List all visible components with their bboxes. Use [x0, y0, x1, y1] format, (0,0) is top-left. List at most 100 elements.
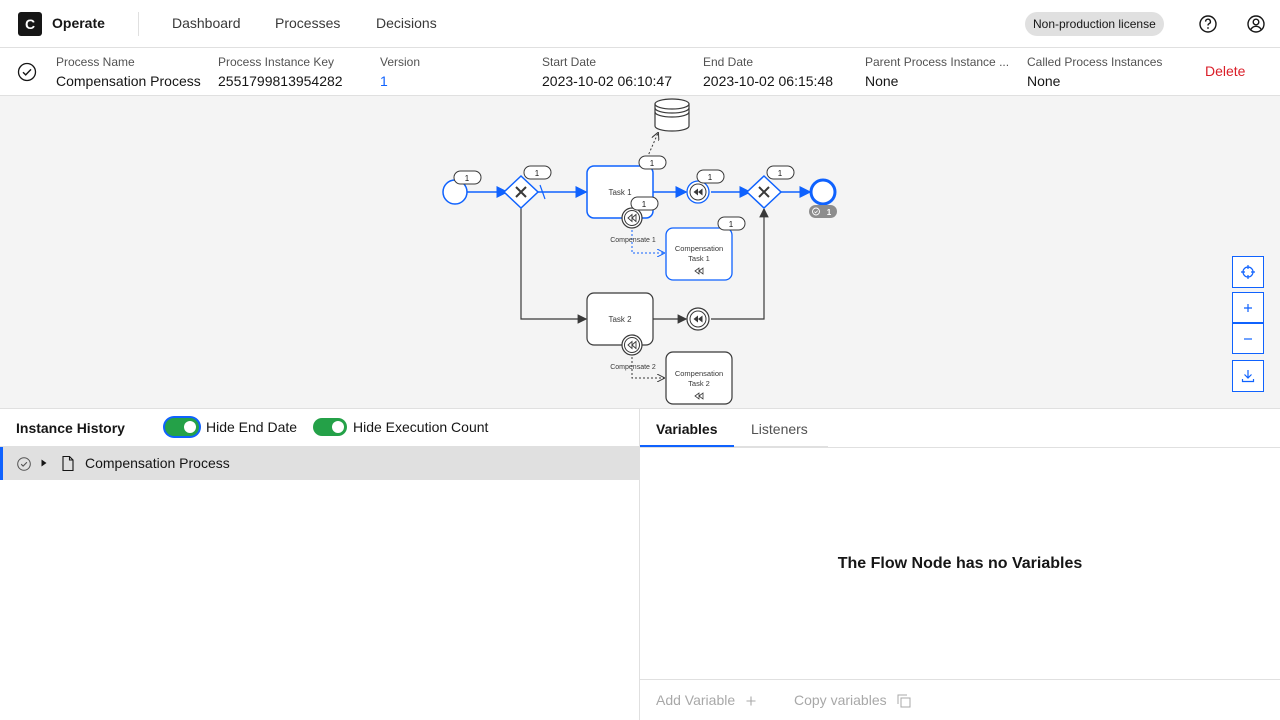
- execution-count-badge: 1: [696, 169, 725, 184]
- instance-history-panel: Instance History Hide End Date Hide Exec…: [0, 409, 640, 720]
- caret-right-icon[interactable]: [38, 457, 50, 469]
- called-instances-field: Called Process Instances None: [1027, 55, 1187, 93]
- start-date-value: 2023-10-02 06:10:47: [542, 73, 672, 89]
- end-event[interactable]: [809, 178, 837, 206]
- compensation-task-2[interactable]: Compensation Task 2: [665, 351, 733, 405]
- compensate-2-label: Compensate 2: [610, 364, 656, 371]
- instance-key-label: Process Instance Key: [218, 55, 335, 69]
- document-icon: [62, 455, 74, 472]
- compensation-task-2-label-line2: Task 2: [688, 379, 710, 388]
- instance-header: Process Name Compensation Process Proces…: [0, 48, 1280, 96]
- svg-text:1: 1: [465, 174, 470, 183]
- parent-instance-value: None: [865, 73, 899, 89]
- nav-processes[interactable]: Processes: [275, 15, 340, 31]
- flow-gateway-task2: [520, 208, 588, 324]
- version-label: Version: [380, 55, 421, 69]
- help-icon[interactable]: [1198, 14, 1218, 34]
- data-store[interactable]: [654, 98, 690, 132]
- camunda-logo[interactable]: C: [18, 12, 42, 36]
- compensation-task-2-label-line1: Compensation: [675, 369, 723, 378]
- bpmn-diagram: Task 1 Compensate 1 Compensation Task 1: [442, 98, 837, 405]
- svg-text:1: 1: [827, 208, 832, 217]
- svg-text:1: 1: [778, 169, 783, 178]
- user-avatar-icon[interactable]: [1246, 14, 1266, 34]
- execution-count-badge: 1: [638, 155, 667, 170]
- execution-count-badge: 1: [523, 165, 552, 180]
- svg-text:1: 1: [642, 200, 647, 209]
- download-diagram-button[interactable]: [1232, 360, 1264, 392]
- task-2-label: Task 2: [608, 315, 632, 324]
- empty-variables-message: The Flow Node has no Variables: [837, 555, 1083, 572]
- download-icon: [1241, 370, 1255, 383]
- history-tree-root-row[interactable]: Compensation Process: [0, 447, 639, 480]
- completed-state-icon: [17, 62, 37, 82]
- end-date-label: End Date: [703, 55, 754, 69]
- variables-footer: Add Variable Copy variables: [640, 679, 1280, 720]
- instance-key-field: Process Instance Key 2551799813954282: [218, 55, 368, 93]
- app-name[interactable]: Operate: [52, 15, 105, 31]
- compensate-1-label: Compensate 1: [610, 237, 656, 244]
- process-name-field: Process Name Compensation Process: [56, 55, 206, 93]
- instance-history-title: Instance History: [16, 420, 125, 436]
- completed-count-badge: 1: [809, 205, 837, 218]
- process-name-value: Compensation Process: [56, 73, 201, 89]
- compensation-boundary-event-1[interactable]: [621, 207, 643, 229]
- selection-indicator: [0, 447, 3, 480]
- add-variable-label: Add Variable: [656, 692, 736, 708]
- compensation-task-1[interactable]: Compensation Task 1: [665, 227, 733, 281]
- compensation-boundary-event-2[interactable]: [621, 334, 643, 356]
- version-link[interactable]: 1: [380, 69, 530, 93]
- tab-variables[interactable]: Variables: [640, 409, 734, 447]
- start-date-field: Start Date 2023-10-02 06:10:47: [542, 55, 692, 93]
- app-header: C Operate Dashboard Processes Decisions …: [0, 0, 1280, 48]
- tabs-divider: [640, 447, 1280, 448]
- parent-instance-field: Parent Process Instance ... None: [865, 55, 1017, 93]
- task-1-label: Task 1: [608, 188, 632, 197]
- delete-button[interactable]: Delete: [1205, 63, 1245, 79]
- hide-end-date-label: Hide End Date: [206, 419, 298, 435]
- plus-icon: [746, 696, 756, 706]
- zoom-out-button[interactable]: [1232, 323, 1264, 354]
- svg-text:1: 1: [729, 220, 734, 229]
- compensation-throw-event-2[interactable]: [686, 307, 710, 331]
- copy-variables-button[interactable]: Copy variables: [794, 692, 911, 708]
- plus-icon: [1244, 304, 1252, 312]
- license-badge: Non-production license: [1025, 12, 1164, 36]
- process-name-label: Process Name: [56, 55, 135, 69]
- toggle-knob: [184, 421, 196, 433]
- copy-variables-label: Copy variables: [794, 692, 887, 708]
- hide-end-date-toggle[interactable]: [165, 418, 199, 436]
- tab-listeners[interactable]: Listeners: [734, 409, 828, 447]
- start-date-label: Start Date: [542, 55, 597, 69]
- end-date-field: End Date 2023-10-02 06:15:48: [703, 55, 853, 93]
- svg-text:1: 1: [535, 169, 540, 178]
- completed-state-icon: [17, 457, 31, 471]
- execution-count-badge: 1: [630, 196, 659, 211]
- bpmn-diagram-canvas[interactable]: Task 1 Compensate 1 Compensation Task 1: [0, 96, 1280, 409]
- execution-count-badge: 1: [717, 216, 746, 231]
- hide-execution-count-toggle[interactable]: [313, 418, 347, 436]
- history-tree-root-label: Compensation Process: [85, 455, 230, 471]
- execution-count-badge: 1: [766, 165, 795, 180]
- instance-key-value: 2551799813954282: [218, 73, 343, 89]
- exclusive-gateway-join[interactable]: [745, 174, 783, 210]
- header-divider: [138, 12, 139, 36]
- toggle-knob: [332, 421, 344, 433]
- compensation-task-1-label-line2: Task 1: [688, 254, 710, 263]
- task-2[interactable]: Task 2: [586, 292, 654, 346]
- parent-instance-label: Parent Process Instance ...: [865, 55, 1010, 69]
- compensation-throw-event-1[interactable]: [686, 180, 710, 204]
- called-instances-label: Called Process Instances: [1027, 55, 1163, 69]
- minus-icon: [1244, 338, 1252, 340]
- reset-diagram-button[interactable]: [1232, 256, 1264, 288]
- center-focus-icon: [1241, 265, 1255, 279]
- exclusive-gateway-split[interactable]: [502, 174, 540, 210]
- called-instances-value: None: [1027, 73, 1061, 89]
- nav-decisions[interactable]: Decisions: [376, 15, 437, 31]
- version-field: Version 1: [380, 55, 530, 93]
- nav-dashboard[interactable]: Dashboard: [172, 15, 241, 31]
- compensation-task-1-label-line1: Compensation: [675, 244, 723, 253]
- add-variable-button[interactable]: Add Variable: [656, 692, 757, 708]
- svg-text:1: 1: [708, 173, 713, 182]
- zoom-in-button[interactable]: [1232, 292, 1264, 323]
